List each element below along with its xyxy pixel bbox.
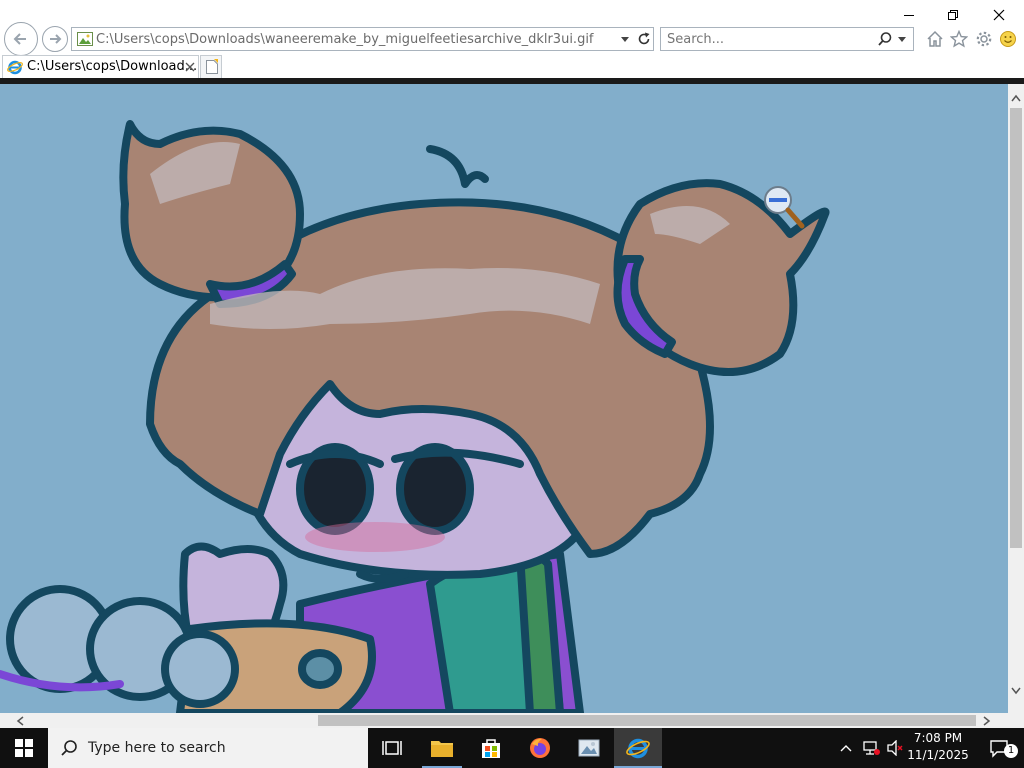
task-view-icon <box>382 741 402 755</box>
chevron-up-icon <box>840 745 852 752</box>
minimize-icon <box>904 15 914 16</box>
address-bar[interactable]: C:\Users\cops\Downloads\waneeremake_by_m… <box>71 27 654 51</box>
network-button[interactable] <box>860 728 882 768</box>
taskbar-search-placeholder: Type here to search <box>88 740 226 756</box>
close-window-button[interactable] <box>976 0 1022 30</box>
displayed-image <box>0 120 830 713</box>
taskbar-app-store[interactable] <box>467 728 515 768</box>
favorites-button[interactable] <box>949 29 969 49</box>
ie-logo-icon <box>626 738 650 759</box>
clock-time: 7:08 PM <box>913 731 963 745</box>
show-hidden-icons-button[interactable] <box>836 728 856 768</box>
scroll-down-arrow-icon[interactable] <box>1011 687 1021 695</box>
search-icon <box>61 740 77 756</box>
zoom-out-magnifier-icon <box>764 186 805 229</box>
ie-logo-icon <box>7 60 23 75</box>
notification-badge: 1 <box>1004 744 1018 758</box>
search-box[interactable] <box>660 27 914 51</box>
search-icon[interactable] <box>877 31 893 47</box>
close-icon <box>993 9 1005 21</box>
home-button[interactable] <box>925 29 945 49</box>
folder-icon <box>431 741 453 757</box>
horizontal-scroll-thumb[interactable] <box>318 715 976 726</box>
horizontal-scrollbar[interactable] <box>0 713 1008 728</box>
search-input[interactable] <box>667 31 867 47</box>
clock-date: 11/1/2025 <box>907 748 969 762</box>
network-icon <box>863 741 880 755</box>
start-button[interactable] <box>0 728 48 768</box>
photos-icon <box>578 739 600 757</box>
vertical-scroll-thumb[interactable] <box>1010 108 1022 548</box>
taskbar-app-photos[interactable] <box>565 728 613 768</box>
chevron-down-icon[interactable] <box>620 35 630 43</box>
tab-label: C:\Users\cops\Download... <box>27 59 198 74</box>
close-tab-icon[interactable] <box>185 62 195 72</box>
taskbar: Type here to search 7:08 PM 11/1/2025 1 <box>0 728 1024 768</box>
back-arrow-icon <box>13 33 26 45</box>
tab-current[interactable]: C:\Users\cops\Download... <box>2 55 199 78</box>
star-icon <box>950 30 968 48</box>
restore-button[interactable] <box>930 0 976 30</box>
chevron-down-icon[interactable] <box>897 36 907 44</box>
system-clock[interactable]: 7:08 PM 11/1/2025 <box>900 730 976 766</box>
taskbar-app-file-explorer[interactable] <box>418 728 466 768</box>
forward-arrow-icon <box>50 34 62 44</box>
windows-logo-icon <box>15 739 33 757</box>
feedback-button[interactable] <box>998 29 1018 49</box>
taskbar-app-firefox[interactable] <box>516 728 564 768</box>
scroll-left-arrow-icon[interactable] <box>16 716 24 726</box>
smiley-icon <box>1000 31 1016 47</box>
scroll-up-arrow-icon[interactable] <box>1011 94 1021 102</box>
tools-button[interactable] <box>974 29 994 49</box>
taskbar-search-box[interactable]: Type here to search <box>48 728 368 768</box>
firefox-icon <box>530 738 550 758</box>
restore-icon <box>948 10 958 20</box>
action-center-button[interactable]: 1 <box>980 728 1020 768</box>
new-tab-icon <box>206 59 218 74</box>
store-bag-icon <box>482 739 500 758</box>
scroll-right-arrow-icon[interactable] <box>983 716 991 726</box>
image-viewport[interactable] <box>0 84 1008 713</box>
address-text: C:\Users\cops\Downloads\waneeremake_by_m… <box>96 32 594 47</box>
home-icon <box>927 30 943 47</box>
gear-icon <box>976 31 992 47</box>
refresh-icon[interactable] <box>636 31 652 47</box>
scrollbar-corner <box>1008 713 1024 728</box>
browser-window: C:\Users\cops\Downloads\waneeremake_by_m… <box>0 0 1024 728</box>
vertical-scrollbar[interactable] <box>1008 84 1024 713</box>
taskbar-app-internet-explorer[interactable] <box>614 728 662 768</box>
task-view-button[interactable] <box>368 728 416 768</box>
new-tab-button[interactable] <box>200 55 222 78</box>
minimize-button[interactable] <box>886 0 932 30</box>
image-file-icon <box>77 32 93 46</box>
forward-button[interactable] <box>42 26 68 52</box>
back-button[interactable] <box>4 22 38 56</box>
